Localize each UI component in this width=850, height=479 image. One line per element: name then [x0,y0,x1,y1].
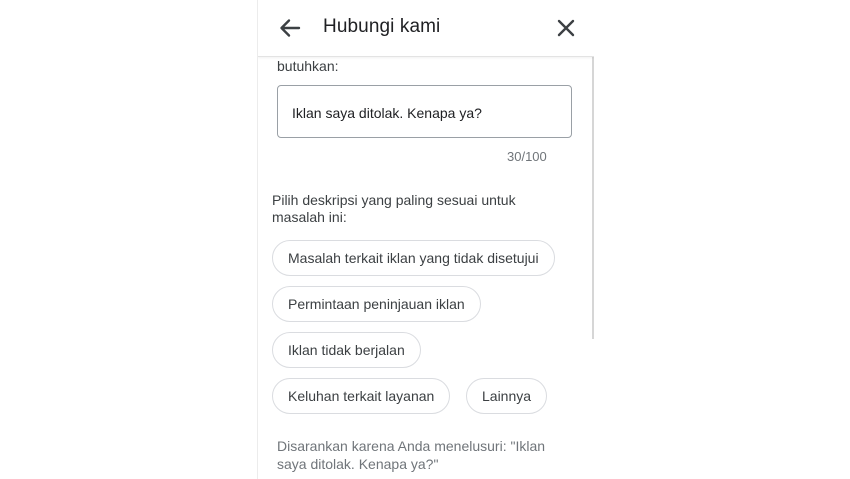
description-prompt: Pilih deskripsi yang paling sesuai untuk… [272,192,516,225]
issue-text-value[interactable]: Iklan saya ditolak. Kenapa ya? [292,105,482,121]
chip-service-complaint[interactable]: Keluhan terkait layanan [272,378,451,414]
close-button[interactable] [553,15,579,41]
screen: butuhkan: Iklan saya ditolak. Kenapa ya?… [0,0,850,479]
chip-ad-review-request[interactable]: Permintaan peninjauan iklan [272,286,481,322]
arrow-back-icon [280,19,301,37]
dialog-header: Hubungi kami [258,0,594,57]
panel-content: butuhkan: Iklan saya ditolak. Kenapa ya?… [258,0,594,479]
dialog-title: Hubungi kami [323,16,441,37]
scrollbar[interactable] [592,57,594,339]
back-button[interactable] [276,14,304,42]
chip-ads-not-running[interactable]: Iklan tidak berjalan [272,332,421,368]
chip-other[interactable]: Lainnya [466,378,548,414]
issue-text-field[interactable]: Iklan saya ditolak. Kenapa ya? [277,85,572,138]
field-label-clipped: butuhkan: [277,58,339,74]
chip-disapproved-ads[interactable]: Masalah terkait iklan yang tidak disetuj… [272,240,555,276]
close-icon [557,19,575,37]
contact-panel: butuhkan: Iklan saya ditolak. Kenapa ya?… [257,0,594,479]
character-counter: 30/100 [507,149,547,164]
suggestion-note: Disarankan karena Anda menelusuri: "Ikla… [277,438,546,472]
